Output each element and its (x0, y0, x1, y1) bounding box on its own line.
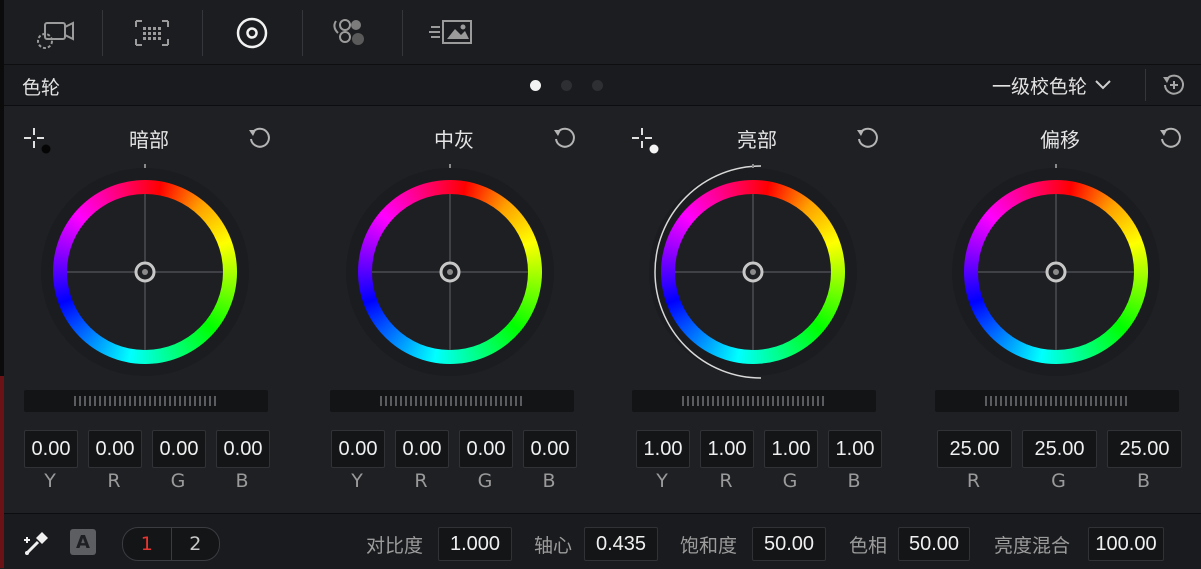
page-dot-1[interactable] (530, 80, 541, 91)
page-2-button[interactable]: 2 (170, 528, 220, 560)
wheel-gain: 亮部 1.00 1.00 1.00 1.00 Y R G B (612, 106, 902, 513)
offset-channel-labels: R G B (936, 470, 1181, 492)
lum-mix-field[interactable]: 100.00 (1088, 527, 1164, 561)
reset-icon (249, 127, 270, 148)
lift-master-jog-wheel[interactable] (24, 390, 268, 412)
hue-label: 色相 (849, 535, 888, 557)
color-match-icon (135, 20, 169, 46)
page-dot-3[interactable] (592, 80, 603, 91)
saturation-field[interactable]: 50.00 (752, 527, 826, 561)
gain-color-wheel[interactable] (643, 162, 863, 382)
hue-field[interactable]: 50.00 (898, 527, 970, 561)
reset-all-icon (1163, 74, 1184, 95)
color-match-button[interactable] (122, 8, 182, 58)
lift-values: 0.00 0.00 0.00 0.00 (24, 430, 270, 468)
gamma-y-field[interactable]: 0.00 (331, 430, 385, 468)
lift-channel-labels: Y R G B (23, 470, 269, 492)
contrast-label: 对比度 (366, 535, 424, 557)
auto-balance-button[interactable]: A (70, 529, 96, 555)
offset-values: 25.00 25.00 25.00 (937, 430, 1182, 468)
gamma-reset-button[interactable] (552, 126, 578, 152)
offset-b-field[interactable]: 25.00 (1107, 430, 1182, 468)
page-dot-2[interactable] (561, 80, 572, 91)
reset-all-button[interactable] (1160, 71, 1188, 99)
pivot-field[interactable]: 0.435 (584, 527, 658, 561)
channel-label: B (1136, 470, 1151, 492)
wheel-gamma: 中灰 0.00 0.00 0.00 0.00 Y R G B (309, 106, 599, 513)
wheel-mode-label: 一级校色轮 (992, 75, 1088, 98)
palette-toolbar (4, 0, 1201, 65)
channel-label: R (107, 470, 121, 492)
gain-values: 1.00 1.00 1.00 1.00 (636, 430, 882, 468)
gamma-g-field[interactable]: 0.00 (459, 430, 513, 468)
gain-master-jog-wheel[interactable] (632, 390, 876, 412)
channel-label: G (477, 470, 493, 492)
eyedropper-button[interactable] (20, 526, 54, 564)
gamma-color-wheel[interactable] (340, 162, 560, 382)
page-1-button[interactable]: 1 (123, 528, 171, 560)
page-indicator (530, 80, 603, 91)
adjustment-bar: A 1 2 对比度 1.000 轴心 0.435 饱和度 50.00 色相 50… (4, 513, 1201, 569)
gain-channel-labels: Y R G B (635, 470, 881, 492)
offset-r-field[interactable]: 25.00 (937, 430, 1012, 468)
auto-balance-label: A (76, 531, 90, 553)
offset-master-jog-wheel[interactable] (935, 390, 1179, 412)
gain-y-field[interactable]: 1.00 (636, 430, 690, 468)
gain-b-field[interactable]: 1.00 (828, 430, 882, 468)
wheel-offset: 偏移 25.00 25.00 25.00 R G B (915, 106, 1201, 513)
channel-label: B (542, 470, 556, 492)
color-wheels-button[interactable] (222, 8, 282, 58)
gamma-channel-labels: Y R G B (330, 470, 576, 492)
saturation-label: 饱和度 (680, 535, 738, 557)
lift-reset-button[interactable] (247, 126, 273, 152)
channel-label: R (719, 470, 733, 492)
offset-g-field[interactable]: 25.00 (1022, 430, 1097, 468)
rgb-mixer-button[interactable] (322, 8, 382, 58)
channel-label: G (782, 470, 798, 492)
motion-effects-icon (429, 20, 472, 44)
camera-raw-button[interactable] (24, 8, 84, 58)
channel-label: Y (44, 470, 56, 492)
lift-b-field[interactable]: 0.00 (216, 430, 270, 468)
rgb-mixer-icon (333, 19, 364, 45)
lift-color-wheel[interactable] (35, 162, 255, 382)
gain-g-field[interactable]: 1.00 (764, 430, 818, 468)
eyedropper-icon (24, 532, 48, 556)
channel-label: G (170, 470, 186, 492)
pivot-label: 轴心 (534, 535, 573, 557)
lum-mix-label: 亮度混合 (994, 535, 1071, 557)
channel-label: Y (351, 470, 363, 492)
wheel-mode-dropdown[interactable]: 一级校色轮 (992, 71, 1111, 99)
channel-label: R (414, 470, 428, 492)
reset-icon (857, 127, 878, 148)
gamma-values: 0.00 0.00 0.00 0.00 (331, 430, 577, 468)
gamma-r-field[interactable]: 0.00 (395, 430, 449, 468)
contrast-field[interactable]: 1.000 (438, 527, 512, 561)
channel-label: G (1051, 470, 1066, 492)
color-wheels-panel: 暗部 0.00 0.00 0.00 0.00 Y R G B 中灰 0.00 0… (4, 106, 1201, 513)
gain-r-field[interactable]: 1.00 (700, 430, 754, 468)
gain-reset-button[interactable] (855, 126, 881, 152)
reset-icon (1160, 127, 1181, 148)
wheel-lift: 暗部 0.00 0.00 0.00 0.00 Y R G B (4, 106, 294, 513)
channel-label: B (847, 470, 861, 492)
lift-y-field[interactable]: 0.00 (24, 430, 78, 468)
offset-reset-button[interactable] (1158, 126, 1184, 152)
camera-raw-icon (37, 21, 74, 49)
gamma-b-field[interactable]: 0.00 (523, 430, 577, 468)
panel-title: 色轮 (22, 77, 61, 99)
lift-g-field[interactable]: 0.00 (152, 430, 206, 468)
offset-color-wheel[interactable] (946, 162, 1166, 382)
lift-r-field[interactable]: 0.00 (88, 430, 142, 468)
reset-icon (554, 127, 575, 148)
channel-label: R (966, 470, 981, 492)
page-toggle: 1 2 (122, 527, 220, 561)
gamma-master-jog-wheel[interactable] (330, 390, 574, 412)
motion-effects-button[interactable] (422, 8, 482, 58)
panel-header: 色轮 一级校色轮 (4, 65, 1201, 106)
color-wheels-icon (236, 17, 268, 49)
chevron-down-icon (1095, 80, 1111, 90)
channel-label: Y (656, 470, 668, 492)
channel-label: B (235, 470, 249, 492)
